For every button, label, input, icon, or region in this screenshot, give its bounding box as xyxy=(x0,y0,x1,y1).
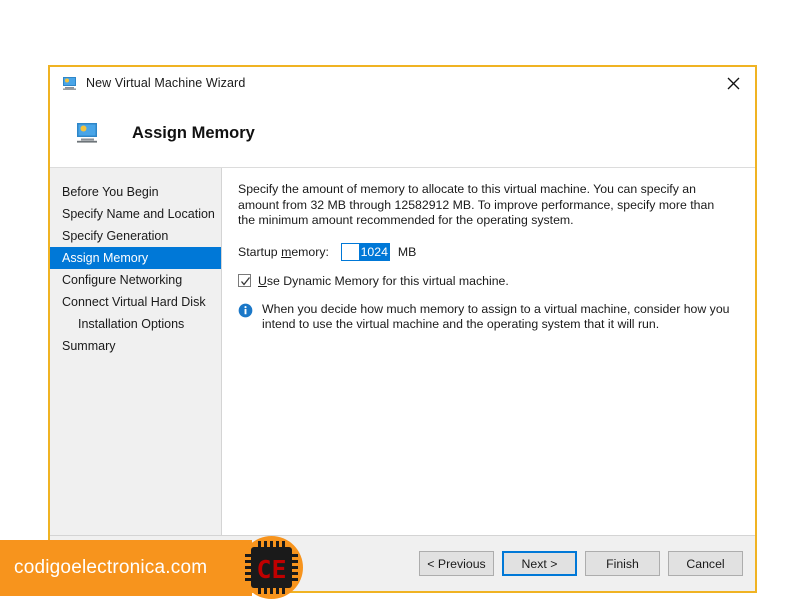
startup-memory-value: 1024 xyxy=(358,243,389,260)
startup-memory-row: Startup memory: 1024 MB xyxy=(238,242,731,261)
finish-button[interactable]: Finish xyxy=(585,551,660,576)
dynamic-memory-label: Use Dynamic Memory for this virtual mach… xyxy=(258,274,509,288)
startup-memory-label-prefix: Startup xyxy=(238,244,282,259)
previous-button[interactable]: < Previous xyxy=(419,551,494,576)
screenshot-root: New Virtual Machine Wizard Assign Memory xyxy=(0,0,800,600)
startup-memory-label: Startup memory: xyxy=(238,245,329,259)
memory-unit-label: MB xyxy=(397,244,417,259)
dynamic-memory-accesskey: U xyxy=(258,273,267,288)
watermark-logo-letters: CE xyxy=(256,555,286,584)
startup-memory-input[interactable]: 1024 xyxy=(340,242,390,261)
watermark-banner: codigoelectronica.com xyxy=(0,540,252,596)
wizard-content-pane: Specify the amount of memory to allocate… xyxy=(222,168,755,535)
page-title: Assign Memory xyxy=(132,123,255,142)
wizard-body: Before You Begin Specify Name and Locati… xyxy=(50,168,755,535)
watermark-text: codigoelectronica.com xyxy=(14,557,208,578)
intro-description: Specify the amount of memory to allocate… xyxy=(238,182,715,228)
close-button[interactable] xyxy=(711,67,755,99)
sidebar-item-assign-memory[interactable]: Assign Memory xyxy=(50,247,221,269)
info-note-text: When you decide how much memory to assig… xyxy=(262,301,730,332)
sidebar-item-summary[interactable]: Summary xyxy=(50,335,221,357)
startup-memory-label-suffix: emory: xyxy=(291,244,329,259)
virtual-machine-icon xyxy=(63,77,76,90)
close-icon xyxy=(727,77,739,89)
dynamic-memory-label-rest: se Dynamic Memory for this virtual machi… xyxy=(266,273,509,288)
wizard-header: Assign Memory xyxy=(50,99,755,168)
sidebar-item-specify-name-and-location[interactable]: Specify Name and Location xyxy=(50,203,221,225)
sidebar-item-installation-options[interactable]: Installation Options xyxy=(50,313,221,335)
virtual-machine-icon xyxy=(77,123,97,143)
sidebar-item-specify-generation[interactable]: Specify Generation xyxy=(50,225,221,247)
checkmark-icon xyxy=(241,277,251,286)
window-title: New Virtual Machine Wizard xyxy=(86,76,246,90)
codigoelectronica-chip-logo-icon: CE xyxy=(240,536,303,599)
new-virtual-machine-wizard-window: New Virtual Machine Wizard Assign Memory xyxy=(48,65,757,593)
sidebar-item-configure-networking[interactable]: Configure Networking xyxy=(50,269,221,291)
info-icon xyxy=(238,303,253,318)
dynamic-memory-checkbox[interactable] xyxy=(238,274,251,288)
dynamic-memory-row[interactable]: Use Dynamic Memory for this virtual mach… xyxy=(238,274,731,288)
wizard-steps-sidebar: Before You Begin Specify Name and Locati… xyxy=(50,168,222,535)
sidebar-item-before-you-begin[interactable]: Before You Begin xyxy=(50,181,221,203)
window-title-bar: New Virtual Machine Wizard xyxy=(50,67,755,99)
info-note: When you decide how much memory to assig… xyxy=(238,302,731,333)
cancel-button[interactable]: Cancel xyxy=(668,551,743,576)
sidebar-item-connect-virtual-hard-disk[interactable]: Connect Virtual Hard Disk xyxy=(50,291,221,313)
next-button[interactable]: Next > xyxy=(502,551,577,576)
startup-memory-accesskey: m xyxy=(281,244,292,259)
